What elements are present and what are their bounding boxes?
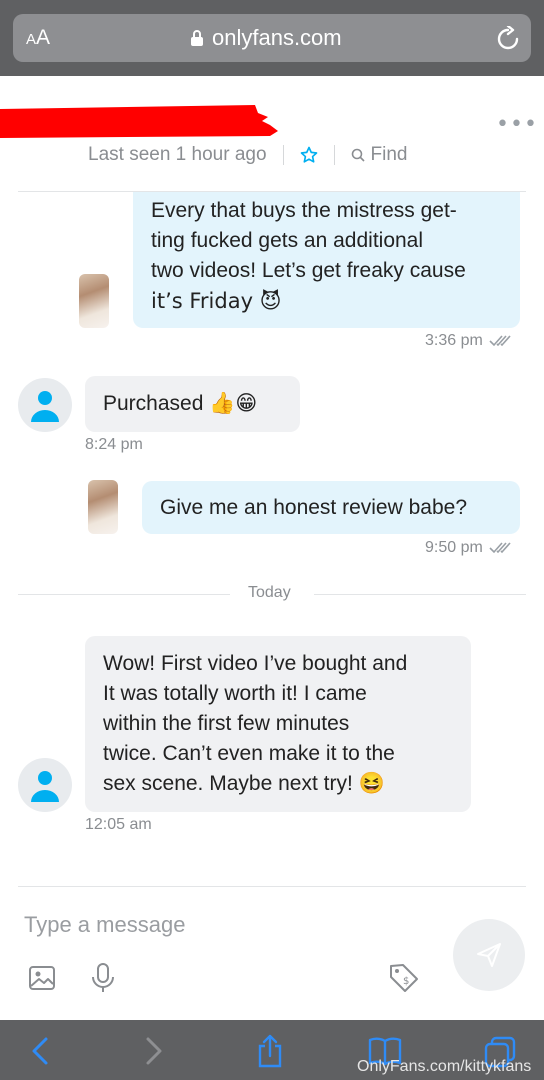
message-line: Purchased 👍😁 xyxy=(103,392,258,415)
composer-divider xyxy=(18,886,526,887)
double-check-icon xyxy=(489,335,511,347)
text-size-button[interactable]: AA xyxy=(26,26,50,50)
message-line: sex scene. Maybe next try! 😆 xyxy=(103,772,385,795)
message-line: It was totally worth it! I came xyxy=(103,682,367,705)
message-line: within the first few minutes xyxy=(103,712,350,735)
message-line: ting fucked gets an additional xyxy=(151,229,424,252)
message-time: 8:24 pm xyxy=(85,436,143,454)
divider xyxy=(333,145,335,165)
user-avatar[interactable] xyxy=(18,378,72,432)
message-bubble-incoming[interactable]: Wow! First video I’ve bought and It was … xyxy=(85,636,471,812)
forward-icon[interactable] xyxy=(144,1036,164,1066)
message-line: twice. Can’t even make it to the xyxy=(103,742,395,765)
message-line: two videos! Let’s get freaky cause xyxy=(151,259,466,282)
watermark: OnlyFans.com/kittykfans xyxy=(357,1058,532,1075)
time-text: 8:24 pm xyxy=(85,436,143,453)
date-divider-line xyxy=(18,594,230,595)
message-line: it’s Friday 😈 xyxy=(151,289,282,313)
time-text: 12:05 am xyxy=(85,816,152,833)
sender-avatar[interactable] xyxy=(79,274,109,328)
search-icon xyxy=(351,148,365,162)
sender-avatar[interactable] xyxy=(88,480,118,534)
time-text: 3:36 pm xyxy=(425,332,483,349)
divider xyxy=(282,145,284,165)
find-button[interactable]: Find xyxy=(351,144,408,166)
microphone-icon[interactable] xyxy=(90,962,116,994)
star-icon[interactable] xyxy=(300,146,318,164)
message-bubble-outgoing[interactable]: Every that buys the mistress get- ting f… xyxy=(133,192,520,328)
user-avatar[interactable] xyxy=(18,758,72,812)
person-icon xyxy=(31,391,59,422)
url-display[interactable]: onlyfans.com xyxy=(190,25,342,51)
message-list[interactable]: Every that buys the mistress get- ting f… xyxy=(0,192,544,885)
lock-icon xyxy=(191,30,203,46)
image-icon[interactable] xyxy=(28,964,56,992)
message-time: 3:36 pm xyxy=(425,332,513,350)
message-time: 9:50 pm xyxy=(425,539,513,557)
find-label: Find xyxy=(370,144,408,165)
more-options-button[interactable]: ••• xyxy=(496,112,538,137)
double-check-icon xyxy=(489,542,511,554)
message-line: Every that buys the mistress get- xyxy=(151,199,457,222)
redacted-username xyxy=(0,105,278,138)
send-icon xyxy=(477,943,501,967)
reload-icon[interactable] xyxy=(496,26,520,52)
time-text: 9:50 pm xyxy=(425,539,483,556)
message-line: Give me an honest review babe? xyxy=(160,496,468,519)
send-button[interactable] xyxy=(453,919,525,991)
url-text: onlyfans.com xyxy=(212,25,342,50)
last-seen-text: Last seen 1 hour ago xyxy=(88,144,267,165)
message-line: Wow! First video I’ve bought and xyxy=(103,652,408,675)
chat-status-row: Last seen 1 hour ago Find xyxy=(88,144,408,166)
message-bubble-outgoing[interactable]: Give me an honest review babe? xyxy=(142,481,520,534)
back-icon[interactable] xyxy=(30,1036,50,1066)
share-icon[interactable] xyxy=(256,1034,284,1068)
message-input[interactable]: Type a message xyxy=(24,912,424,938)
date-divider-line xyxy=(314,594,526,595)
message-time: 12:05 am xyxy=(85,816,152,834)
person-icon xyxy=(31,771,59,802)
svg-text:$: $ xyxy=(403,976,409,987)
price-tag-icon[interactable]: $ xyxy=(388,962,420,994)
date-divider-label: Today xyxy=(248,584,291,601)
message-bubble-incoming[interactable]: Purchased 👍😁 xyxy=(85,376,300,432)
